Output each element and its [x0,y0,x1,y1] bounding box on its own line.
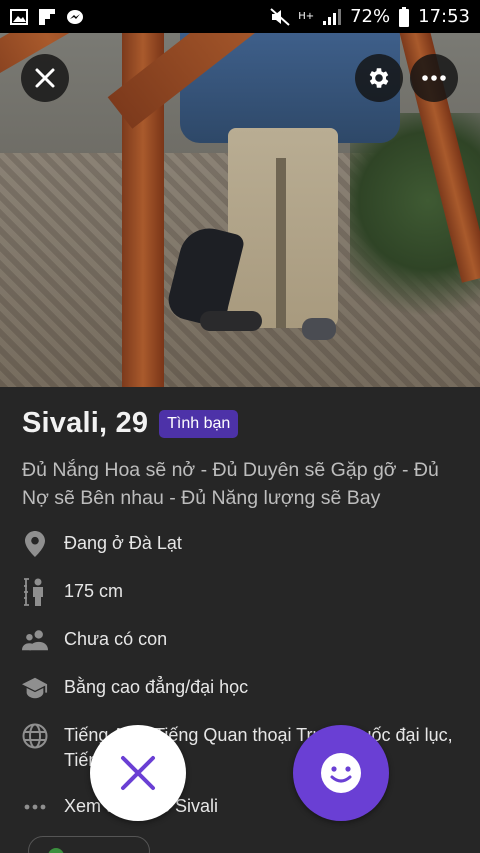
info-children: Chưa có con [22,626,458,654]
close-icon [35,68,55,88]
mute-icon [270,7,290,26]
profile-photo[interactable] [0,33,480,387]
gear-icon [369,68,389,88]
profile-details: Sivali, 29 Tình bạn Đủ Nắng Hoa sẽ nở - … [0,387,480,853]
gallery-notification-icon [10,8,28,25]
pass-button[interactable] [90,725,186,821]
info-text: Chưa có con [64,629,168,649]
settings-button[interactable] [355,54,403,102]
network-type: H+ [298,10,315,22]
smiley-icon [321,753,361,793]
like-button[interactable] [293,725,389,821]
profile-bio: Đủ Nắng Hoa sẽ nở - Đủ Duyên sẽ Gặp gỡ -… [22,459,439,509]
info-text: Đang ở Đà Lạt [64,533,182,553]
clock: 17:53 [418,6,470,27]
photo-shoe [200,311,262,331]
more-horizontal-icon [22,793,48,821]
more-options-button[interactable] [410,54,458,102]
flipboard-notification-icon [39,8,55,25]
battery-percent: 72% [350,6,391,27]
location-pin-icon [22,530,48,558]
status-bar: H+ 72% 17:53 [0,0,480,33]
more-horizontal-icon [422,75,446,81]
graduation-cap-icon [22,674,48,702]
info-text: Bằng cao đẳng/đại học [64,677,249,697]
info-height: 175 cm [22,578,458,606]
see-more-link[interactable]: Xem thêm về Sivali [22,793,458,821]
next-section-chip[interactable] [28,836,150,853]
info-text: 175 cm [64,581,124,601]
globe-icon [22,722,48,750]
messenger-notification-icon [67,9,83,24]
info-languages: Tiếng Anh, Tiếng Quan thoại Trung Quốc đ… [22,722,458,773]
close-button[interactable] [21,54,69,102]
intent-badge: Tình bạn [159,409,239,438]
photo-shoe [302,318,336,340]
children-icon [22,626,48,654]
info-location: Đang ở Đà Lạt [22,530,458,558]
photo-legs [228,128,338,328]
x-icon [121,756,155,790]
signal-icon [323,8,342,25]
profile-name-age: Sivali, 29 [22,407,149,439]
name-row: Sivali, 29 Tình bạn [22,407,458,440]
profile-info-list: Đang ở Đà Lạt 175 cm Chưa có con Bằng ca… [22,530,458,821]
battery-icon [399,6,410,27]
height-icon [22,578,48,606]
info-education: Bằng cao đẳng/đại học [22,674,458,702]
